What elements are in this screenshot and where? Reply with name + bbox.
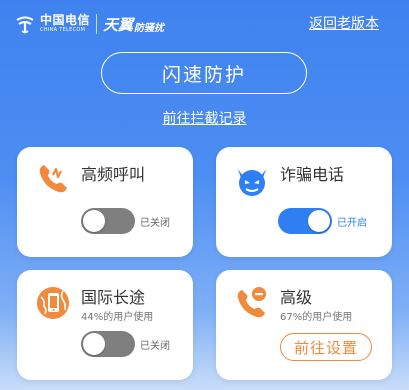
flash-protect-button[interactable]: 闪速防护	[101, 52, 307, 94]
card-title: 国际长途	[81, 288, 146, 307]
devil-fraud-icon	[238, 169, 266, 196]
globe-phone-icon	[37, 287, 69, 319]
back-to-old-version-link[interactable]: 返回老版本	[309, 13, 379, 33]
toggle-knob	[83, 210, 105, 232]
toggle-status: 已关闭	[140, 341, 170, 352]
card-international-call: 国际长途 44%的用户使用 已关闭	[17, 270, 193, 380]
toggle-status: 已开启	[337, 218, 367, 229]
phone-frequent-icon	[39, 165, 67, 193]
logo-divider	[96, 14, 98, 34]
card-usage-subtitle: 44%的用户使用	[81, 312, 154, 323]
toggle-knob	[83, 333, 105, 355]
toggle-status: 已关闭	[140, 218, 170, 229]
card-advanced: 高级 67%的用户使用 前往设置	[216, 270, 392, 380]
card-title: 诈骗电话	[280, 165, 345, 184]
telecom-logo-icon	[16, 16, 34, 34]
toggle-knob	[308, 210, 330, 232]
international-call-toggle[interactable]	[81, 331, 135, 357]
high-frequency-toggle[interactable]	[81, 208, 135, 234]
card-fraud-call: 诈骗电话 已开启	[216, 147, 392, 257]
brand-sub: 防骚扰	[134, 22, 165, 34]
card-usage-subtitle: 67%的用户使用	[280, 312, 353, 323]
brand-name: 天翼	[103, 15, 134, 34]
go-to-settings-button[interactable]: 前往设置	[280, 333, 372, 361]
fraud-call-toggle[interactable]	[278, 208, 332, 234]
card-title: 高级	[280, 288, 313, 307]
china-telecom-logo: 中国电信 CHINA TELECOM 天翼 防骚扰	[14, 10, 164, 38]
intercept-record-link[interactable]: 前往拦截记录	[0, 108, 409, 128]
header: 中国电信 CHINA TELECOM 天翼 防骚扰 返回老版本	[0, 0, 409, 48]
logo-main-text: 中国电信	[40, 13, 91, 27]
logo-sub-text: CHINA TELECOM	[40, 27, 86, 33]
tianyi-brand-logo: 天翼 防骚扰	[103, 14, 164, 35]
card-high-frequency-call: 高频呼叫 已关闭	[17, 147, 193, 257]
phone-minus-icon	[237, 287, 266, 318]
card-title: 高频呼叫	[81, 165, 146, 184]
